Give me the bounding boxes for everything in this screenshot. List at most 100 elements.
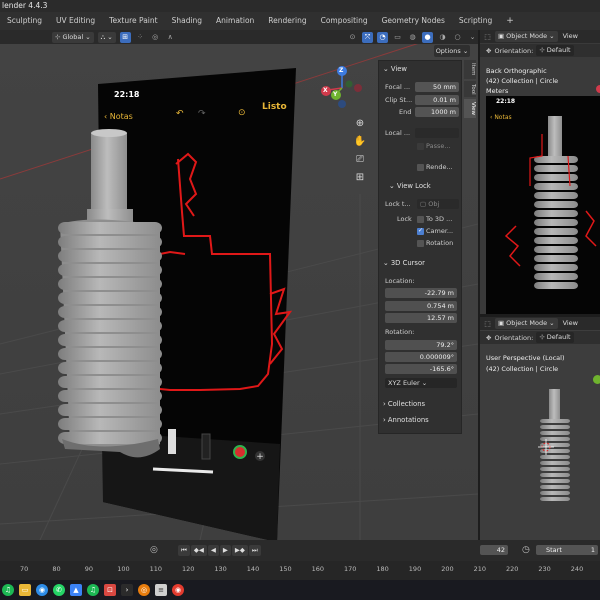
- spotify-icon-2[interactable]: ♫: [87, 584, 99, 596]
- tab-view[interactable]: View: [464, 99, 476, 119]
- passepartout-checkbox[interactable]: [417, 143, 424, 150]
- cursor-location-x-field[interactable]: -22.79 m: [385, 288, 457, 298]
- xray-icon[interactable]: ▭: [392, 32, 403, 43]
- annotations-section-header[interactable]: › Annotations: [383, 416, 429, 424]
- current-frame-field[interactable]: 42: [480, 545, 508, 555]
- cursor-location-z-field[interactable]: 12.57 m: [385, 313, 457, 323]
- thread-ring: [534, 282, 578, 289]
- orientation-icon: ⊹: [539, 333, 545, 341]
- cursor-rotation-x-field[interactable]: 79.2°: [385, 340, 457, 350]
- clip-end-field[interactable]: 1000 m: [415, 107, 459, 117]
- tab-shading[interactable]: Shading: [165, 12, 209, 30]
- y-axis-gizmo-icon[interactable]: [593, 375, 600, 384]
- play-icon[interactable]: ▶: [219, 545, 231, 556]
- pivot-point-dropdown[interactable]: ⛬ ⌄: [97, 31, 116, 43]
- snap-target-icon[interactable]: ⁘: [135, 32, 146, 43]
- cursor-rotation-y-field[interactable]: 0.000009°: [385, 352, 457, 362]
- overlays-icon[interactable]: ◔: [377, 31, 388, 43]
- falloff-icon[interactable]: ∧: [165, 32, 176, 43]
- tab-geometry-nodes[interactable]: Geometry Nodes: [375, 12, 452, 30]
- editor-type-icon[interactable]: ⬚: [482, 318, 493, 329]
- tab-tool[interactable]: Tool: [464, 80, 476, 98]
- tab-sculpting[interactable]: Sculpting: [0, 12, 49, 30]
- perspective-toggle-icon[interactable]: ⊞: [352, 172, 368, 188]
- tab-texture-paint[interactable]: Texture Paint: [102, 12, 164, 30]
- chrome-icon[interactable]: ◉: [36, 584, 48, 596]
- spotify-icon[interactable]: ♫: [2, 584, 14, 596]
- view-menu[interactable]: View: [560, 318, 581, 329]
- clip-start-field[interactable]: 0.01 m: [415, 95, 459, 105]
- editor-type-icon[interactable]: ⬚: [482, 31, 493, 42]
- tab-item[interactable]: Item: [464, 60, 476, 79]
- jump-end-icon[interactable]: ⏭: [248, 545, 261, 556]
- focal-length-field[interactable]: 50 mm: [415, 82, 459, 92]
- back-orthographic-viewport[interactable]: ⬚ ▣ Object Mode ⌄ View ✥ Orientation: ⊹ Def…: [480, 30, 600, 314]
- tab-uv-editing[interactable]: UV Editing: [49, 12, 102, 30]
- terminal-icon[interactable]: ›: [121, 584, 133, 596]
- clock-icon: ◷: [522, 545, 530, 555]
- keyframe-record-icon[interactable]: ◎: [150, 545, 162, 557]
- cursor-location-y-field[interactable]: 0.754 m: [385, 301, 457, 311]
- orientation-dropdown[interactable]: ⊹ Default: [536, 45, 574, 56]
- thread-ring: [58, 390, 162, 402]
- 3d-cursor-section-header[interactable]: ⌄ 3D Cursor: [383, 259, 425, 267]
- orientation-dropdown[interactable]: ⊹ Default: [536, 332, 574, 343]
- solid-shading-icon[interactable]: ●: [422, 31, 433, 43]
- navigation-gizmo[interactable]: Z X Y: [318, 64, 366, 112]
- photos-icon[interactable]: ▲: [70, 584, 82, 596]
- collections-section-header[interactable]: › Collections: [383, 400, 425, 408]
- focal-length-label: Focal ...: [385, 83, 411, 91]
- pan-hand-icon[interactable]: ✋: [352, 136, 368, 152]
- tab-compositing[interactable]: Compositing: [314, 12, 375, 30]
- start-frame-field[interactable]: Start 1: [536, 545, 598, 555]
- gizmo-toggle-icon[interactable]: ⤧: [362, 31, 373, 43]
- snap-toggle-icon[interactable]: ⊞: [119, 31, 131, 43]
- local-camera-field[interactable]: [415, 128, 459, 138]
- whatsapp-icon[interactable]: ✆: [53, 584, 65, 596]
- view-menu[interactable]: View: [560, 31, 581, 42]
- rotation-label: Rotation:: [385, 328, 415, 336]
- visibility-icon[interactable]: ⊙: [347, 32, 358, 43]
- x-axis-gizmo-icon[interactable]: [596, 85, 600, 93]
- proportional-edit-icon[interactable]: ◎: [150, 32, 161, 43]
- blender-icon[interactable]: ◎: [138, 584, 150, 596]
- jump-start-icon[interactable]: ⏮: [178, 545, 190, 556]
- view-lock-section-header[interactable]: ⌄ View Lock: [389, 182, 431, 190]
- object-mode-dropdown[interactable]: ▣ Object Mode ⌄: [495, 318, 558, 329]
- material-shading-icon[interactable]: ◑: [437, 32, 448, 43]
- shading-dropdown-icon[interactable]: ⌄: [467, 32, 478, 43]
- next-keyframe-icon[interactable]: ▶◆: [231, 545, 248, 556]
- lock-camera-checkbox[interactable]: [417, 227, 424, 235]
- object-mode-icon: ▣: [498, 319, 505, 327]
- rendered-shading-icon[interactable]: ○: [452, 32, 463, 43]
- thread-ring: [534, 165, 578, 172]
- lock-label: Lock: [397, 215, 412, 223]
- store-icon[interactable]: ⊡: [104, 584, 116, 596]
- prev-keyframe-icon[interactable]: ◆◀: [190, 545, 207, 556]
- chevron-down-icon: ⌄: [549, 32, 555, 40]
- play-reverse-icon[interactable]: ◀: [207, 545, 219, 556]
- transform-orientation-dropdown[interactable]: ⊹ Global ⌄: [52, 31, 94, 43]
- cursor-rotation-z-field[interactable]: -165.6°: [385, 364, 457, 374]
- lock-to-3d-cursor-checkbox[interactable]: [417, 216, 424, 223]
- view-section-header[interactable]: ⌄ View: [383, 65, 407, 73]
- notepad-icon[interactable]: ≡: [155, 584, 167, 596]
- tab-scripting[interactable]: Scripting: [452, 12, 499, 30]
- object-mode-dropdown[interactable]: ▣ Object Mode ⌄: [495, 31, 558, 42]
- add-workspace-button[interactable]: +: [499, 12, 521, 30]
- lock-rotation-checkbox[interactable]: [417, 240, 424, 247]
- tab-animation[interactable]: Animation: [209, 12, 261, 30]
- chrome-icon-2[interactable]: ◉: [172, 584, 184, 596]
- options-button[interactable]: Options ⌄: [434, 45, 470, 57]
- timeline-ruler[interactable]: 70 80 90 100 110 120 130 140 150 160 170 180 190 200 2…: [0, 561, 600, 580]
- user-perspective-viewport[interactable]: ⬚ ▣ Object Mode ⌄ View ✥ Orientation: ⊹ Def…: [480, 317, 600, 540]
- rotation-mode-dropdown[interactable]: XYZ Euler ⌄: [385, 378, 457, 388]
- tab-rendering[interactable]: Rendering: [261, 12, 313, 30]
- thread-ring: [540, 449, 570, 453]
- files-icon[interactable]: ▭: [19, 584, 31, 596]
- camera-view-icon[interactable]: ⎚: [352, 154, 368, 170]
- zoom-icon[interactable]: ⊕: [352, 118, 368, 134]
- render-region-checkbox[interactable]: [417, 164, 424, 171]
- wireframe-shading-icon[interactable]: ◍: [407, 32, 418, 43]
- lock-object-field[interactable]: ▢ Obj: [417, 199, 459, 209]
